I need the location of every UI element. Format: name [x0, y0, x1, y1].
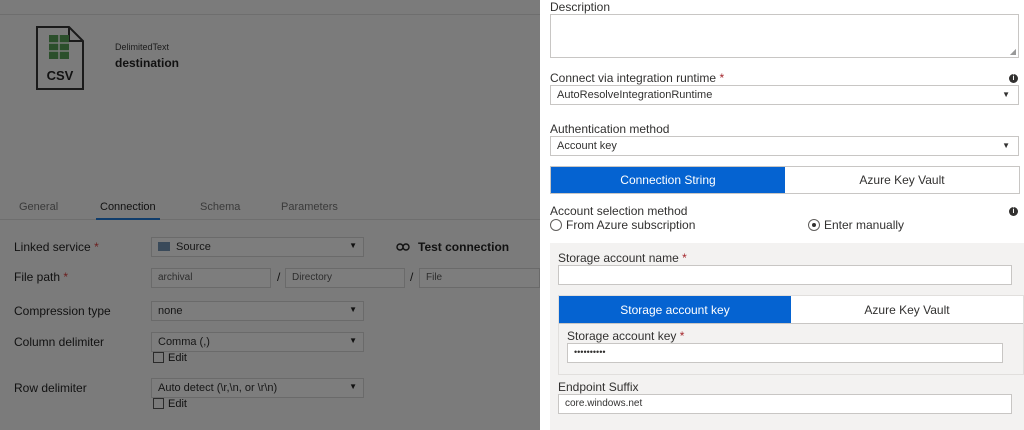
file-input[interactable]: File	[419, 268, 540, 288]
linked-service-select[interactable]: Source ▼	[151, 237, 364, 257]
chevron-down-icon: ▼	[1002, 141, 1010, 150]
authentication-method-select[interactable]: Account key ▼	[550, 136, 1019, 156]
manual-entry-section: Storage account name * Storage account k…	[550, 243, 1024, 430]
key-vault-tab[interactable]: Azure Key Vault	[791, 296, 1023, 323]
description-textarea[interactable]: ◢	[550, 14, 1019, 58]
endpoint-suffix-label: Endpoint Suffix	[558, 380, 639, 394]
path-separator: /	[277, 270, 281, 284]
resize-grip-icon[interactable]: ◢	[1010, 47, 1016, 56]
directory-input[interactable]: Directory	[285, 268, 405, 288]
path-separator: /	[410, 270, 414, 284]
tab-general[interactable]: General	[19, 201, 58, 213]
connection-type-toggle: Connection String Azure Key Vault	[550, 166, 1020, 194]
row-delimiter-select[interactable]: Auto detect (\r,\n, or \r\n) ▼	[151, 378, 364, 398]
storage-account-name-label: Storage account name *	[558, 251, 687, 265]
description-label: Description	[550, 0, 611, 14]
dataset-tabs: General Connection Schema Parameters	[0, 198, 540, 220]
info-icon[interactable]: i	[1009, 74, 1018, 83]
connection-string-tab[interactable]: Connection String	[551, 167, 785, 193]
dataset-type: DelimitedText	[115, 42, 170, 52]
storage-account-name-input[interactable]	[558, 265, 1012, 285]
dataset-name: destination	[115, 56, 180, 70]
compression-type-label: Compression type	[14, 304, 111, 318]
edit-label: Edit	[168, 398, 187, 410]
chevron-down-icon: ▼	[349, 382, 357, 391]
integration-runtime-select[interactable]: AutoResolveIntegrationRuntime ▼	[550, 85, 1019, 105]
compression-type-select[interactable]: none ▼	[151, 301, 364, 321]
storage-account-key-input[interactable]: ••••••••••	[567, 343, 1003, 363]
chevron-down-icon: ▼	[349, 336, 357, 345]
row-delimiter-edit-checkbox[interactable]	[153, 398, 164, 409]
linked-service-panel: Description ◢ Connect via integration ru…	[540, 0, 1024, 430]
radio-button-selected[interactable]	[808, 219, 820, 231]
column-delimiter-label: Column delimiter	[14, 335, 105, 349]
authentication-method-label: Authentication method	[550, 122, 670, 136]
storage-icon	[158, 242, 170, 251]
radio-enter-manually[interactable]: Enter manually	[808, 218, 904, 232]
integration-runtime-label: Connect via integration runtime *	[550, 71, 725, 85]
chevron-down-icon: ▼	[1002, 90, 1010, 99]
chevron-down-icon: ▼	[349, 305, 357, 314]
endpoint-suffix-input[interactable]: core.windows.net	[558, 394, 1012, 414]
radio-from-azure-subscription[interactable]: From Azure subscription	[550, 218, 695, 232]
info-icon[interactable]: i	[1009, 207, 1018, 216]
file-path-label: File path *	[14, 270, 69, 284]
csv-file-icon: CSV	[36, 26, 84, 90]
linked-service-label: Linked service *	[14, 240, 99, 254]
radio-button[interactable]	[550, 219, 562, 231]
column-delimiter-edit-checkbox[interactable]	[153, 352, 164, 363]
container-input[interactable]: archival	[151, 268, 271, 288]
row-delimiter-label: Row delimiter	[14, 381, 87, 395]
storage-account-key-label: Storage account key *	[567, 329, 685, 343]
tab-connection[interactable]: Connection	[96, 201, 160, 220]
dataset-editor-background: CSV DelimitedText destination General Co…	[0, 0, 540, 430]
chevron-down-icon: ▼	[349, 241, 357, 250]
storage-account-key-tab[interactable]: Storage account key	[559, 296, 791, 323]
csv-icon-text: CSV	[47, 68, 74, 83]
tab-parameters[interactable]: Parameters	[281, 201, 338, 213]
column-delimiter-select[interactable]: Comma (,) ▼	[151, 332, 364, 352]
tab-schema[interactable]: Schema	[200, 201, 240, 213]
storage-key-section: Storage account key Azure Key Vault Stor…	[558, 295, 1024, 375]
plug-icon	[396, 243, 410, 251]
account-selection-label: Account selection method	[550, 204, 688, 218]
storage-key-toggle: Storage account key Azure Key Vault	[559, 296, 1023, 324]
azure-key-vault-tab[interactable]: Azure Key Vault	[785, 167, 1019, 193]
header-divider	[0, 14, 540, 15]
test-connection-button[interactable]: Test connection	[396, 240, 509, 254]
edit-label: Edit	[168, 352, 187, 364]
